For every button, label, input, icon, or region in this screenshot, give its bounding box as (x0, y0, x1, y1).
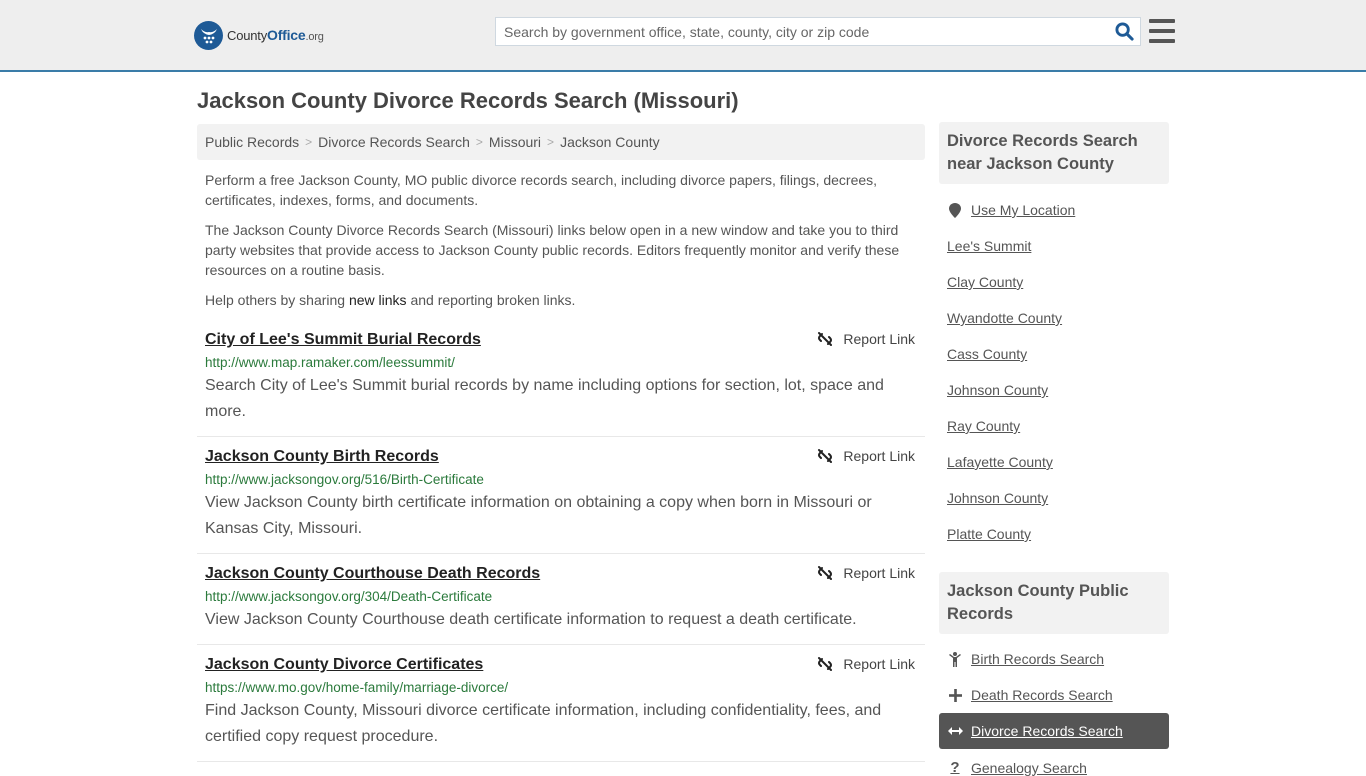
search-button[interactable] (1108, 18, 1140, 45)
breadcrumb-separator: > (305, 135, 313, 149)
nearby-link[interactable]: Lee's Summit (947, 238, 1031, 254)
result-description: View Jackson County birth certificate in… (205, 494, 872, 537)
result-item: Jackson County Divorce Certificates http… (197, 650, 925, 762)
result-item: Jackson County Birth Records http://www.… (197, 442, 925, 554)
search-input[interactable] (496, 23, 1108, 40)
logo-brand-suffix: .org (305, 31, 324, 43)
report-link-button[interactable]: Report Link (817, 331, 915, 347)
breadcrumb-jackson-county[interactable]: Jackson County (560, 134, 660, 150)
search-icon (1114, 22, 1134, 41)
result-title-link[interactable]: Jackson County Divorce Certificates (205, 655, 917, 675)
broken-link-icon (818, 657, 833, 671)
result-url-link[interactable]: https://www.mo.gov/home-family/marriage-… (205, 679, 917, 697)
public-records-heading: Jackson County Public Records (939, 572, 1169, 634)
result-url-link[interactable]: http://www.jacksongov.org/516/Birth-Cert… (205, 471, 917, 489)
report-link-button[interactable]: Report Link (817, 565, 915, 581)
nearby-link[interactable]: Johnson County (947, 490, 1048, 506)
result-title-link[interactable]: Jackson County Birth Records (205, 447, 917, 467)
nearby-link[interactable]: Johnson County (947, 382, 1048, 398)
child-icon (947, 651, 963, 667)
breadcrumb-separator: > (547, 135, 555, 149)
hamburger-menu-icon[interactable] (1149, 19, 1175, 43)
sidebar-item-divorce-records[interactable]: Divorce Records Search (947, 723, 1123, 739)
nearby-link[interactable]: Platte County (947, 526, 1031, 542)
result-description: View Jackson County Courthouse death cer… (205, 611, 857, 628)
result-item: Jackson County Courthouse Death Records … (197, 559, 925, 645)
breadcrumb-separator: > (475, 135, 483, 149)
nearby-heading: Divorce Records Search near Jackson Coun… (939, 122, 1169, 184)
logo-brand-main: Office (267, 27, 306, 43)
breadcrumb: Public Records > Divorce Records Search … (197, 124, 925, 160)
intro-paragraph-1: Perform a free Jackson County, MO public… (205, 172, 878, 208)
breadcrumb-divorce-records-search[interactable]: Divorce Records Search (318, 134, 470, 150)
nearby-link[interactable]: Wyandotte County (947, 310, 1062, 326)
intro-paragraph-2: The Jackson County Divorce Records Searc… (205, 222, 900, 278)
nearby-link[interactable]: Lafayette County (947, 454, 1053, 470)
sidebar-item-birth-records[interactable]: Birth Records Search (947, 651, 1104, 667)
intro-paragraph-3: Help others by sharing new links and rep… (205, 292, 576, 308)
arrows-horizontal-icon (947, 726, 963, 736)
result-title-link[interactable]: City of Lee's Summit Burial Records (205, 330, 917, 350)
site-logo[interactable]: CountyOffice.org (194, 20, 324, 50)
nearby-link[interactable]: Ray County (947, 418, 1020, 434)
nearby-link[interactable]: Cass County (947, 346, 1027, 362)
breadcrumb-public-records[interactable]: Public Records (205, 134, 299, 150)
broken-link-icon (818, 449, 833, 463)
result-description: Search City of Lee's Summit burial recor… (205, 377, 884, 420)
result-title-link[interactable]: Jackson County Courthouse Death Records (205, 564, 917, 584)
result-url-link[interactable]: http://www.jacksongov.org/304/Death-Cert… (205, 588, 917, 606)
result-item: City of Lee's Summit Burial Records http… (197, 325, 925, 437)
use-my-location-link[interactable]: Use My Location (947, 202, 1075, 218)
result-url-link[interactable]: http://www.map.ramaker.com/leessummit/ (205, 354, 917, 372)
sidebar-item-death-records[interactable]: Death Records Search (947, 687, 1113, 703)
breadcrumb-missouri[interactable]: Missouri (489, 134, 541, 150)
eagle-logo-icon (194, 20, 223, 50)
cross-icon (947, 688, 963, 702)
search-bar (495, 17, 1141, 46)
report-link-button[interactable]: Report Link (817, 656, 915, 672)
result-description: Find Jackson County, Missouri divorce ce… (205, 702, 882, 745)
new-links-link[interactable]: new links (349, 292, 407, 308)
nearby-link[interactable]: Clay County (947, 274, 1023, 290)
site-header: CountyOffice.org (0, 0, 1366, 72)
report-link-button[interactable]: Report Link (817, 448, 915, 464)
page-title: Jackson County Divorce Records Search (M… (197, 88, 739, 113)
map-marker-icon (947, 202, 963, 218)
broken-link-icon (818, 332, 833, 346)
broken-link-icon (818, 566, 833, 580)
logo-brand-prefix: County (227, 28, 267, 43)
